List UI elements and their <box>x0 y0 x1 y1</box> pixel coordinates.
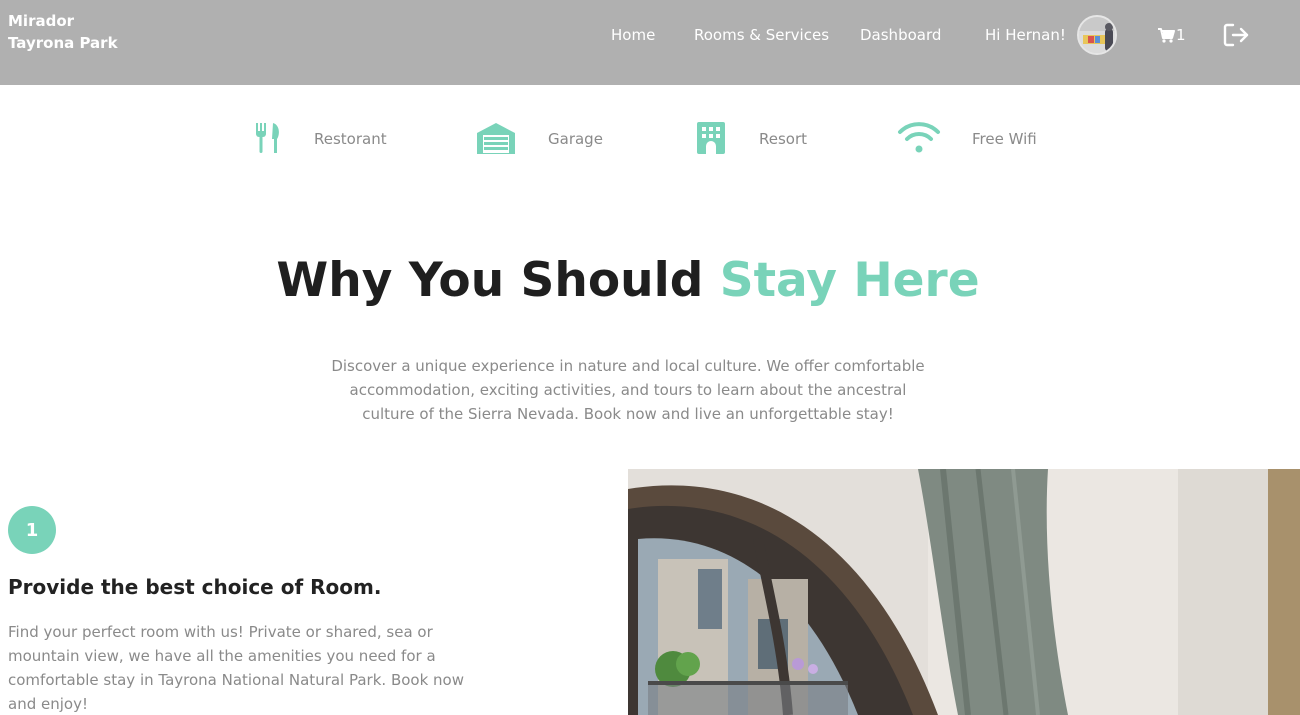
nav-home-link[interactable]: Home <box>611 25 655 45</box>
user-greeting: Hi Hernan! <box>985 26 1066 44</box>
building-icon <box>689 120 733 156</box>
amenity-label: Restorant <box>314 130 387 148</box>
amenity-resort: Resort <box>689 120 807 156</box>
brand-line-2: Tayrona Park <box>8 34 118 52</box>
intro-paragraph: Discover a unique experience in nature a… <box>331 357 925 423</box>
logout-button[interactable] <box>1222 22 1250 48</box>
why-stay-heading: Why You Should Stay Here <box>0 252 1256 310</box>
amenity-label: Resort <box>759 130 808 148</box>
cart-count: 1 <box>1176 26 1186 44</box>
user-avatar[interactable] <box>1077 15 1117 55</box>
nav-rooms-services-link[interactable]: Rooms & Services <box>694 25 829 45</box>
brand-line-1: Mirador <box>8 12 75 30</box>
amenity-restorant: Restorant <box>245 120 387 156</box>
nav-dashboard-link[interactable]: Dashboard <box>860 25 941 45</box>
garage-icon <box>474 120 518 156</box>
cart-icon <box>1158 28 1175 43</box>
wifi-icon <box>897 120 941 156</box>
feature-description: Find your perfect room with us! Private … <box>8 623 464 713</box>
avatar-photo <box>1079 17 1115 53</box>
amenity-label: Free Wifi <box>972 130 1037 148</box>
amenity-label: Garage <box>548 130 603 148</box>
brand-logo[interactable]: Mirador Tayrona Park <box>8 10 118 54</box>
step-number-badge: 1 <box>8 506 56 554</box>
heading-accent-text: Stay Here <box>719 253 980 308</box>
room-photo <box>628 469 1300 715</box>
logout-icon <box>1223 23 1249 47</box>
heading-main-text: Why You Should <box>276 253 704 308</box>
amenity-garage: Garage <box>474 120 603 156</box>
cart-button[interactable]: 1 <box>1157 25 1186 45</box>
amenity-free-wifi: Free Wifi <box>897 120 1037 156</box>
feature-title: Provide the best choice of Room. <box>8 575 382 599</box>
utensils-icon <box>245 120 289 156</box>
top-navbar: Mirador Tayrona Park Home Rooms & Servic… <box>0 0 1300 85</box>
